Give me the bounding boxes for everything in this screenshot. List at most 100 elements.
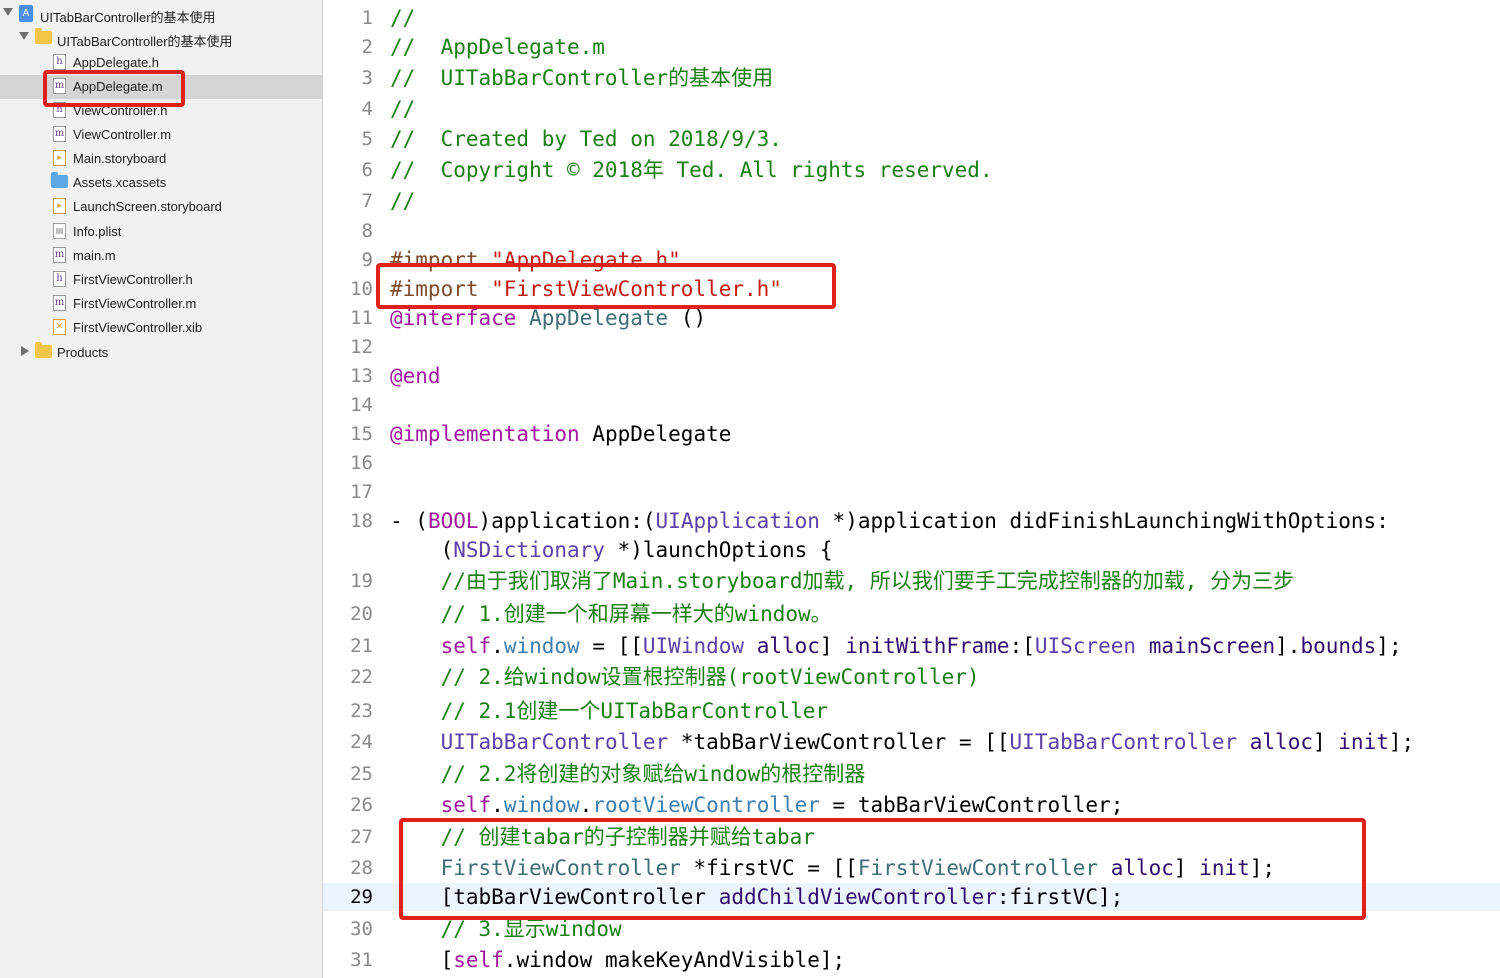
code-text: // 2.1创建一个UITabBarController: [390, 698, 828, 724]
code-token: ].: [1275, 634, 1301, 658]
code-token: :[: [1009, 634, 1035, 658]
code-line[interactable]: 9 #import "AppDelegate.h": [323, 247, 1500, 273]
code-text: // AppDelegate.m: [390, 34, 605, 60]
code-line[interactable]: 29 [tabBarViewController addChildViewCon…: [323, 884, 1500, 910]
code-line[interactable]: 22 // 2.给window设置根控制器(rootViewController…: [323, 664, 1500, 690]
code-line[interactable]: 30 // 3.显示window: [323, 916, 1500, 942]
disclosure-triangle-icon[interactable]: [3, 8, 13, 16]
code-line[interactable]: 25 // 2.2将创建的对象赋给window的根控制器: [323, 761, 1500, 787]
code-line[interactable]: 3 // UITabBarController的基本使用: [323, 65, 1500, 91]
code-text: #import "AppDelegate.h": [390, 247, 681, 273]
code-line[interactable]: 20 // 1.创建一个和屏幕一样大的window。: [323, 601, 1500, 627]
code-line[interactable]: 2 // AppDelegate.m: [323, 34, 1500, 60]
navigator-item-label: UITabBarController的基本使用: [57, 34, 233, 49]
code-token: - (: [390, 509, 428, 533]
code-token: "FirstViewController.h": [491, 277, 782, 301]
disclosure-triangle-icon[interactable]: [21, 346, 29, 356]
code-line[interactable]: 18 - (BOOL)application:(UIApplication *)a…: [323, 508, 1500, 534]
code-line[interactable]: 7 //: [323, 188, 1500, 214]
navigator-item-label: FirstViewController.m: [73, 296, 197, 311]
navigator-item[interactable]: m FirstViewController.m: [0, 292, 322, 316]
header-file-icon: h: [53, 102, 66, 118]
navigator-item[interactable]: ✕ FirstViewController.xib: [0, 316, 322, 340]
code-token: // 2.给window设置根控制器(rootViewController): [440, 665, 980, 689]
code-line[interactable]: 11 @interface AppDelegate (): [323, 305, 1500, 331]
code-text: self.window.rootViewController = tabBarV…: [390, 792, 1124, 818]
code-token: initWithFrame: [845, 634, 1010, 658]
navigator-item-label: Main.storyboard: [73, 151, 167, 166]
navigator-item[interactable]: m ViewController.m: [0, 123, 322, 147]
navigator-item[interactable]: h ViewController.h: [0, 99, 322, 123]
code-token: UITabBarController: [440, 730, 669, 754]
code-line[interactable]: 17: [323, 479, 1500, 505]
code-line[interactable]: (NSDictionary *)launchOptions {: [323, 537, 1500, 563]
code-token: NSDictionary: [453, 538, 605, 562]
navigator-item[interactable]: Products: [0, 341, 322, 365]
code-token: window: [503, 793, 580, 817]
navigator-item[interactable]: h FirstViewController.h: [0, 268, 322, 292]
code-line[interactable]: 26 self.window.rootViewController = tabB…: [323, 792, 1500, 818]
objc-file-icon: m: [53, 295, 66, 311]
code-token: *firstVC = [[: [680, 856, 858, 880]
code-line[interactable]: 5 // Created by Ted on 2018/9/3.: [323, 126, 1500, 152]
code-token: ]: [1312, 730, 1339, 754]
code-line[interactable]: 31 [self.window makeKeyAndVisible];: [323, 947, 1500, 973]
navigator-item[interactable]: h AppDelegate.h: [0, 51, 322, 75]
code-line[interactable]: 24 UITabBarController *tabBarViewControl…: [323, 729, 1500, 755]
navigator-item[interactable]: ▸ Main.storyboard: [0, 147, 322, 171]
line-number: 15: [350, 423, 373, 445]
navigator-item[interactable]: UITabBarController的基本使用: [0, 27, 322, 51]
code-line[interactable]: 1 //: [323, 5, 1500, 31]
disclosure-triangle-icon[interactable]: [19, 32, 29, 40]
code-line[interactable]: 13 @end: [323, 363, 1500, 389]
code-line[interactable]: 28 FirstViewController *firstVC = [[Firs…: [323, 855, 1500, 881]
code-line[interactable]: 6 // Copyright © 2018年 Ted. All rights re…: [323, 157, 1500, 183]
code-text: @end: [390, 363, 441, 389]
code-line[interactable]: 16: [323, 450, 1500, 476]
code-line[interactable]: 15 @implementation AppDelegate: [323, 421, 1500, 447]
code-token: self: [440, 793, 492, 817]
code-line[interactable]: 14: [323, 392, 1500, 418]
code-line[interactable]: 8: [323, 218, 1500, 244]
code-token: mainScreen: [1148, 634, 1276, 658]
code-line[interactable]: 23 // 2.1创建一个UITabBarController: [323, 698, 1500, 724]
folder-icon: [35, 342, 52, 358]
code-token: *tabBarViewController = [[: [668, 730, 1010, 754]
xcode-project-icon: A: [19, 5, 33, 22]
code-token: bounds: [1300, 634, 1377, 658]
code-token: (): [668, 306, 707, 330]
code-line[interactable]: 4 //: [323, 96, 1500, 122]
code-token: "AppDelegate.h": [491, 248, 681, 272]
code-text: //由于我们取消了Main.storyboard加载, 所以我们要手工完成控制器…: [390, 568, 1295, 594]
code-line[interactable]: 12: [323, 334, 1500, 360]
navigator-item[interactable]: ▸ LaunchScreen.storyboard: [0, 195, 322, 219]
objc-file-icon: m: [53, 78, 66, 94]
code-line[interactable]: 21 self.window = [[UIWindow alloc] initW…: [323, 633, 1500, 659]
folder-icon: [35, 28, 52, 44]
navigator-item[interactable]: ▤ Info.plist: [0, 220, 322, 244]
code-token: // 创建tabar的子控制器并赋给tabar: [440, 825, 815, 849]
code-line[interactable]: 27 // 创建tabar的子控制器并赋给tabar: [323, 824, 1500, 850]
navigator-item[interactable]: Assets.xcassets: [0, 171, 322, 195]
line-number: 2: [361, 36, 373, 58]
code-token: // Copyright © 2018年 Ted. All rights res…: [390, 158, 993, 182]
line-number: 9: [361, 249, 373, 271]
navigator-item[interactable]: m AppDelegate.m: [0, 75, 322, 99]
plist-file-icon: ▤: [53, 223, 66, 239]
code-token: .: [579, 793, 593, 817]
code-line[interactable]: 19 //由于我们取消了Main.storyboard加载, 所以我们要手工完成…: [323, 568, 1500, 594]
code-token: ]: [819, 634, 846, 658]
line-number: 22: [350, 666, 373, 688]
navigator-item[interactable]: A UITabBarController的基本使用: [0, 3, 322, 27]
code-token: = [[: [579, 634, 643, 658]
code-line[interactable]: 10 #import "FirstViewController.h": [323, 276, 1500, 302]
code-token: [: [390, 948, 454, 972]
navigator-item[interactable]: m main.m: [0, 244, 322, 268]
navigator-item-label: AppDelegate.m: [73, 79, 163, 94]
source-editor[interactable]: 1 // 2 // AppDelegate.m 3 // UITabBarControll…: [323, 0, 1500, 978]
code-token: @interface: [390, 306, 517, 330]
